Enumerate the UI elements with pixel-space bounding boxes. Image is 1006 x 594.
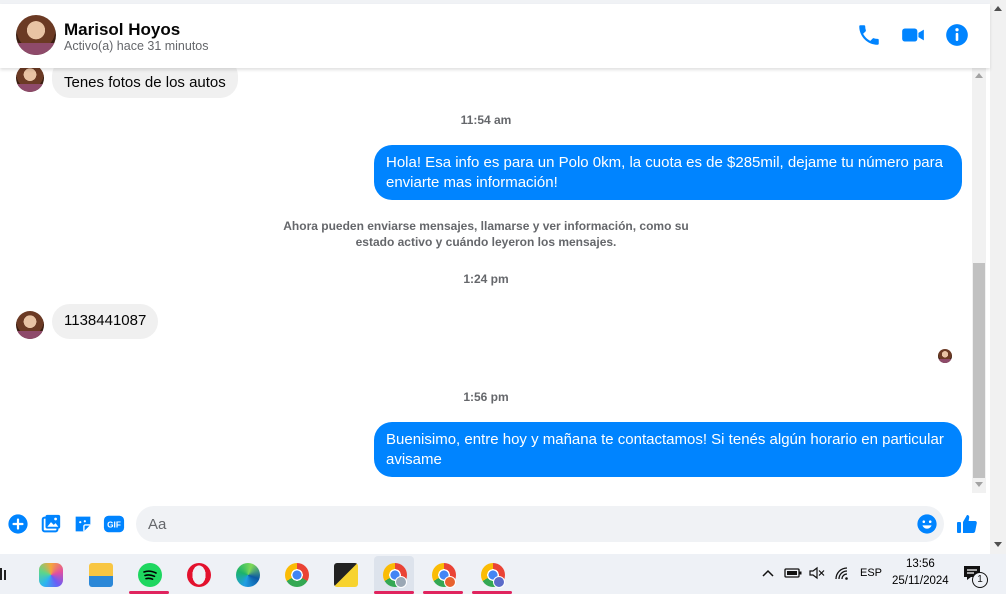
page-scroll-down[interactable]: [994, 542, 1002, 547]
message-input[interactable]: Aa: [136, 506, 944, 542]
scroll-down-arrow[interactable]: [975, 482, 983, 487]
timestamp: 1:56 pm: [463, 390, 509, 404]
message-feed[interactable]: Tenes fotos de los autos 11:54 am Hola! …: [0, 68, 972, 500]
widgets-icon[interactable]: [0, 566, 10, 582]
conversation-header: Marisol Hoyos Activo(a) hace 31 minutos: [0, 4, 990, 68]
outgoing-message[interactable]: Buenisimo, entre hoy y mañana te contact…: [374, 422, 962, 477]
clock-date[interactable]: 25/11/2024: [892, 575, 949, 587]
video-icon[interactable]: [900, 22, 926, 48]
taskbar-sticky-notes[interactable]: [325, 556, 365, 594]
sticker-icon[interactable]: [72, 513, 94, 535]
volume-muted-icon[interactable]: [808, 566, 826, 580]
feed-scrollbar[interactable]: [972, 68, 986, 493]
taskbar-file-explorer[interactable]: [80, 556, 120, 594]
page-scrollbar[interactable]: [990, 0, 1006, 554]
folder-icon: [89, 563, 113, 587]
contact-avatar-small: [16, 311, 44, 339]
wifi-icon[interactable]: [834, 566, 852, 580]
contact-avatar[interactable]: [16, 15, 56, 55]
copilot-icon: [39, 563, 63, 587]
system-message: Ahora pueden enviarse mensajes, llamarse…: [283, 219, 689, 249]
svg-text:GIF: GIF: [107, 521, 121, 530]
windows-taskbar: ESP 13:56 25/11/2024 1: [0, 554, 1006, 594]
battery-icon[interactable]: [784, 566, 802, 580]
taskbar-chrome-profile-1[interactable]: [374, 556, 414, 594]
message-composer: GIF Aa: [0, 500, 990, 550]
taskbar-chrome-profile-3[interactable]: [472, 556, 512, 594]
clock-time[interactable]: 13:56: [906, 558, 935, 570]
taskbar-opera[interactable]: [178, 556, 218, 594]
phone-icon[interactable]: [856, 22, 882, 48]
edge-icon: [236, 563, 260, 587]
contact-status: Activo(a) hace 31 minutos: [64, 39, 209, 53]
language-indicator[interactable]: ESP: [860, 567, 882, 579]
chrome-icon: [285, 563, 309, 587]
photo-icon[interactable]: [40, 513, 62, 535]
info-icon[interactable]: [944, 22, 970, 48]
taskbar-chrome[interactable]: [276, 556, 316, 594]
read-receipt-avatar: [938, 349, 952, 363]
spotify-waves-icon: [143, 570, 157, 580]
incoming-message[interactable]: Tenes fotos de los autos: [52, 68, 238, 98]
plus-icon[interactable]: [7, 513, 29, 535]
taskbar-copilot[interactable]: [30, 556, 70, 594]
profile-badge: [493, 576, 505, 588]
scroll-thumb[interactable]: [973, 263, 985, 478]
taskbar-edge[interactable]: [227, 556, 267, 594]
scroll-up-arrow[interactable]: [975, 73, 983, 78]
messenger-window: Marisol Hoyos Activo(a) hace 31 minutos …: [0, 0, 1006, 554]
message-input-placeholder: Aa: [148, 516, 167, 533]
taskbar-spotify[interactable]: [129, 556, 169, 594]
emoji-icon[interactable]: [916, 513, 938, 535]
opera-icon: [187, 563, 211, 587]
timestamp: 1:24 pm: [463, 272, 509, 286]
contact-avatar-small: [16, 68, 44, 92]
sticky-notes-icon: [334, 563, 358, 587]
like-icon[interactable]: [955, 512, 979, 536]
profile-badge: [444, 576, 456, 588]
page-scroll-up[interactable]: [994, 6, 1002, 11]
timestamp: 11:54 am: [460, 113, 512, 127]
profile-badge: [395, 576, 407, 588]
gif-icon[interactable]: GIF: [103, 513, 125, 535]
contact-name[interactable]: Marisol Hoyos: [64, 20, 180, 40]
taskbar-chrome-profile-2[interactable]: [423, 556, 463, 594]
chevron-up-icon[interactable]: [762, 568, 774, 578]
notification-count-badge: 1: [972, 572, 988, 588]
incoming-message[interactable]: 1138441087: [52, 304, 159, 339]
outgoing-message[interactable]: Hola! Esa info es para un Polo 0km, la c…: [374, 145, 962, 200]
